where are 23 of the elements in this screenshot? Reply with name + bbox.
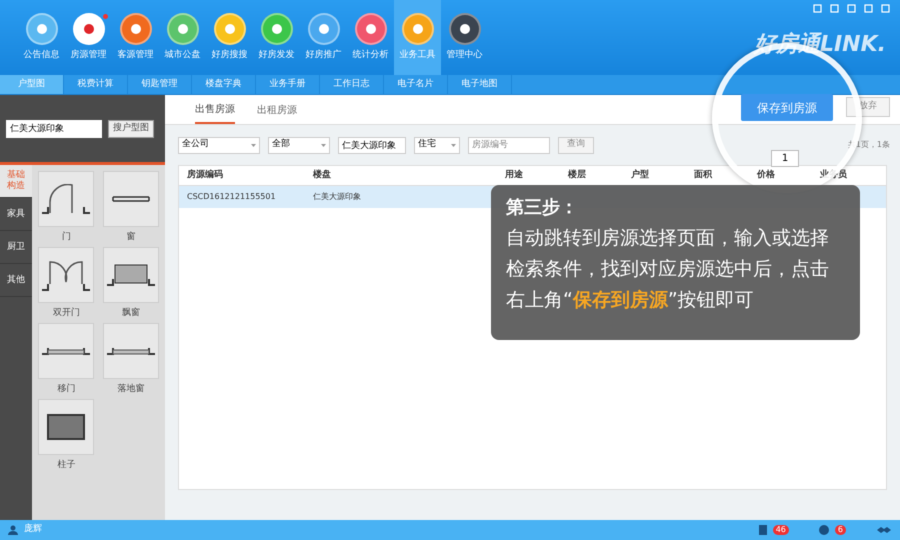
tooltip-title: 第三步： bbox=[506, 196, 579, 220]
page-info: 共1页，1条 bbox=[848, 139, 890, 151]
shape-label: 移门 bbox=[57, 382, 76, 396]
column-header: 用途 bbox=[504, 168, 524, 182]
shape-label: 窗 bbox=[126, 230, 136, 244]
tooltip-text: 自动跳转到房源选择页面，输入或选择检索条件，找到对应房源选中后，点击右上角“保存到房源”按钮即可 bbox=[506, 226, 830, 313]
count-badge: 6 bbox=[834, 525, 846, 535]
shape-label: 飘窗 bbox=[122, 306, 140, 320]
column-header: 户型 bbox=[630, 168, 650, 182]
column-header: 楼盘 bbox=[312, 168, 332, 182]
shape-label: 柱子 bbox=[57, 458, 76, 472]
column-header: 价格 bbox=[756, 168, 776, 182]
shape-label: 落地窗 bbox=[117, 382, 144, 396]
column-header: 房源编码 bbox=[186, 168, 224, 182]
column-header: 楼层 bbox=[566, 168, 587, 182]
user-name: 庞辉 bbox=[24, 523, 42, 536]
table-cell-text: 仁美大源印象 bbox=[312, 191, 362, 203]
table-cell-text: CSCD1612121155501 bbox=[186, 191, 277, 203]
column-header: 业务员 bbox=[819, 168, 848, 182]
column-header: 面积 bbox=[693, 168, 714, 182]
shape-label: 门 bbox=[62, 230, 71, 244]
shape-label: 双开门 bbox=[52, 306, 80, 320]
count-badge: 46 bbox=[772, 525, 789, 535]
